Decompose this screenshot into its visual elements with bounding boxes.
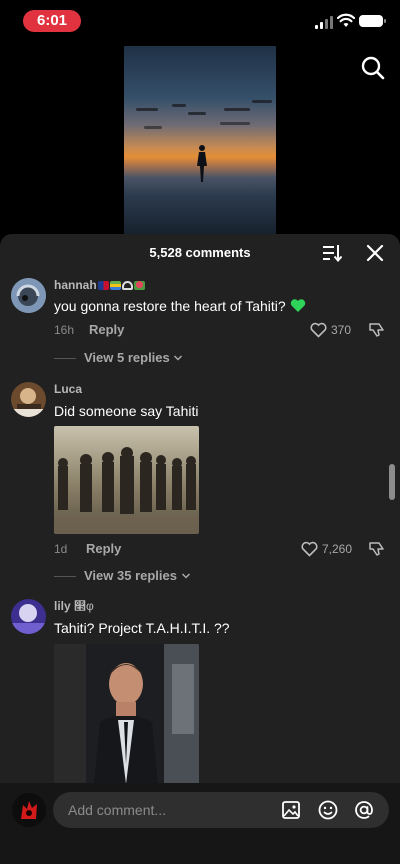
video-player[interactable]	[124, 46, 276, 234]
status-time: 6:01	[23, 10, 81, 32]
comment-item: Luca Did someone say Tahiti 1d Reply 7,2…	[0, 381, 400, 591]
avatar[interactable]	[11, 278, 46, 313]
image-icon[interactable]	[280, 799, 302, 821]
gif-image	[54, 644, 199, 784]
emoji-icon[interactable]	[317, 799, 339, 821]
comment-username[interactable]: Luca	[54, 382, 82, 396]
flag-emoji	[97, 281, 109, 290]
avatar[interactable]	[11, 599, 46, 634]
status-bar: 6:01	[0, 0, 400, 40]
comment-input-wrapper	[53, 792, 389, 828]
sort-icon[interactable]	[322, 243, 342, 263]
comment-username[interactable]: hannah	[54, 278, 145, 292]
comment-composer	[0, 783, 400, 864]
at-icon[interactable]	[353, 799, 375, 821]
gif-image	[54, 426, 199, 534]
divider	[54, 358, 76, 360]
comments-sheet: 5,528 comments hannah you gonna restore …	[0, 234, 400, 864]
comment-age: 16h	[54, 323, 75, 337]
comment-text: you gonna restore the heart of Tahiti?	[54, 298, 306, 314]
books-emoji	[109, 281, 121, 290]
search-icon[interactable]	[360, 55, 386, 81]
divider	[54, 576, 76, 578]
view-replies-button[interactable]: View 35 replies	[54, 568, 191, 583]
comment-text: Did someone say Tahiti	[54, 403, 199, 419]
green-heart-emoji	[290, 299, 305, 312]
reply-button[interactable]: Reply	[86, 541, 121, 556]
avatar-image	[11, 278, 46, 313]
username-suffix: ௢φ	[74, 599, 94, 613]
heart-icon[interactable]	[310, 322, 327, 338]
signal-icon	[315, 15, 335, 29]
comment-image[interactable]	[54, 426, 199, 534]
dislike-icon[interactable]	[368, 321, 385, 338]
wifi-icon	[337, 13, 355, 27]
comment-text: Tahiti? Project T.A.H.I.T.I. ??	[54, 620, 230, 636]
chevron-down-icon	[174, 355, 183, 361]
battery-icon	[359, 15, 386, 27]
close-icon[interactable]	[366, 244, 384, 262]
comment-username[interactable]: lily ௢φ	[54, 599, 94, 613]
comment-item: hannah you gonna restore the heart of Ta…	[0, 276, 400, 376]
heart-icon[interactable]	[301, 541, 318, 557]
like-count: 7,260	[322, 542, 353, 556]
chevron-down-icon	[181, 573, 190, 579]
reply-button[interactable]: Reply	[89, 322, 124, 337]
scrollbar[interactable]	[389, 464, 395, 500]
avatar-image	[12, 793, 46, 827]
view-replies-button[interactable]: View 5 replies	[54, 350, 183, 365]
comment-age: 1d	[54, 542, 68, 556]
comment-input[interactable]	[68, 792, 268, 828]
headphones-emoji	[121, 281, 133, 290]
avatar[interactable]	[11, 382, 46, 417]
person-silhouette	[197, 145, 207, 182]
like-count: 370	[331, 323, 352, 337]
comment-image[interactable]	[54, 644, 199, 784]
dislike-icon[interactable]	[368, 540, 385, 557]
avatar-image	[11, 382, 46, 417]
avatar-image	[11, 599, 46, 634]
avatar[interactable]	[12, 793, 46, 827]
comment-item: lily ௢φ Tahiti? Project T.A.H.I.T.I. ??	[0, 598, 400, 788]
rose-emoji	[133, 281, 145, 290]
